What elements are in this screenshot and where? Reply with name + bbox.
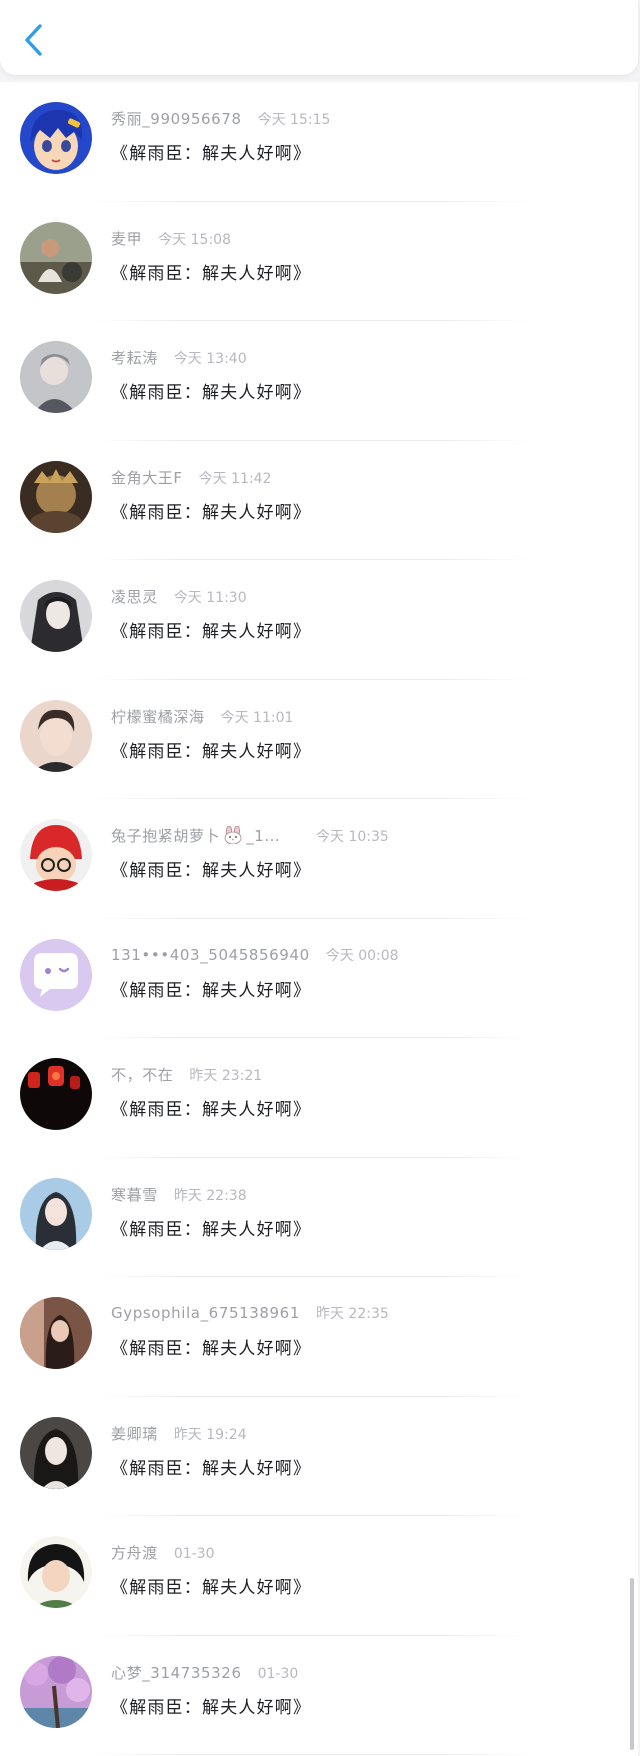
list-item[interactable]: 心梦_314735326 01-30 《解雨臣：解夫人好啊》 <box>0 1636 638 1755</box>
timestamp: 今天 11:42 <box>198 470 272 487</box>
comment-meta: 方舟渡 01-30 <box>111 1542 215 1563</box>
comment-text: 《解雨臣：解夫人好啊》 <box>111 263 312 284</box>
username[interactable]: 金角大王F <box>111 469 183 487</box>
timestamp: 昨天 22:35 <box>315 1306 389 1322</box>
comment-meta: 131•••403_5045856940 今天 00:08 <box>111 945 399 965</box>
avatar[interactable] <box>20 1177 92 1250</box>
avatar[interactable] <box>20 341 92 413</box>
timestamp: 今天 15:15 <box>257 112 331 128</box>
comment-meta: 姜卿璃 昨天 19:24 <box>111 1423 247 1444</box>
list-item[interactable]: 寒暮雪 昨天 22:38 《解雨臣：解夫人好啊》 <box>0 1158 638 1277</box>
comment-meta: 柠檬蜜橘深海 今天 11:01 <box>111 706 293 727</box>
timestamp: 昨天 22:38 <box>173 1187 247 1204</box>
comment-text: 《解雨臣：解夫人好啊》 <box>111 502 312 523</box>
list-item[interactable]: 不，不在 昨天 23:21 《解雨臣：解夫人好啊》 <box>0 1038 638 1158</box>
avatar[interactable] <box>20 1655 92 1728</box>
username[interactable]: 凌思灵 <box>111 588 158 606</box>
comment-text: 《解雨臣：解夫人好啊》 <box>111 1578 312 1598</box>
username-suffix[interactable]: _1… <box>246 827 280 845</box>
timestamp: 今天 15:08 <box>158 231 231 248</box>
username[interactable]: 姜卿璃 <box>111 1425 158 1443</box>
username[interactable]: 不，不在 <box>111 1066 173 1084</box>
list-item[interactable]: 兔子抱紧胡萝卜 _1… 今天 10:35 《解雨臣：解夫人好啊》 <box>0 799 638 919</box>
list-item[interactable]: 凌思灵 今天 11:30 《解雨臣：解夫人好啊》 <box>0 560 638 680</box>
comment-meta: Gypsophila_675138961 昨天 22:35 <box>111 1303 389 1323</box>
top-bar <box>0 0 638 75</box>
avatar[interactable] <box>20 221 92 294</box>
list-item[interactable]: 金角大王F 今天 11:42 《解雨臣：解夫人好啊》 <box>0 441 638 560</box>
username[interactable]: 心梦_314735326 <box>111 1664 242 1682</box>
username[interactable]: 考耘涛 <box>111 349 158 367</box>
list-item[interactable]: 考耘涛 今天 13:40 《解雨臣：解夫人好啊》 <box>0 321 638 441</box>
timestamp: 昨天 19:24 <box>173 1426 247 1443</box>
timestamp: 01-30 <box>257 1665 299 1682</box>
username[interactable]: 方舟渡 <box>111 1544 158 1562</box>
comment-text: 《解雨臣：解夫人好啊》 <box>111 1100 312 1120</box>
comment-meta: 秀丽_990956678 今天 15:15 <box>111 108 330 129</box>
comment-meta: 心梦_314735326 01-30 <box>111 1662 298 1683</box>
username[interactable]: Gypsophila_675138961 <box>111 1304 300 1322</box>
avatar[interactable] <box>20 460 92 533</box>
comment-text: 《解雨臣：解夫人好啊》 <box>111 383 312 403</box>
comment-meta: 考耘涛 今天 13:40 <box>111 347 247 368</box>
avatar[interactable] <box>20 1416 92 1489</box>
username[interactable]: 兔子抱紧胡萝卜 <box>111 827 220 845</box>
list-item[interactable]: 姜卿璃 昨天 19:24 《解雨臣：解夫人好啊》 <box>0 1397 638 1516</box>
timestamp: 01-30 <box>173 1546 215 1562</box>
avatar[interactable] <box>20 699 92 772</box>
chevron-left-icon[interactable] <box>22 23 46 57</box>
list-item[interactable]: 131•••403_5045856940 今天 00:08 《解雨臣：解夫人好啊》 <box>0 919 638 1038</box>
comment-meta: 麦甲 今天 15:08 <box>111 228 231 249</box>
comment-text: 《解雨臣：解夫人好啊》 <box>111 622 312 642</box>
comment-text: 《解雨臣：解夫人好啊》 <box>111 1339 312 1359</box>
username[interactable]: 麦甲 <box>111 230 142 248</box>
username[interactable]: 秀丽_990956678 <box>111 110 242 128</box>
comment-text: 《解雨臣：解夫人好啊》 <box>111 1219 312 1240</box>
comment-meta: 凌思灵 今天 11:30 <box>111 586 247 607</box>
comment-text: 《解雨臣：解夫人好啊》 <box>111 861 312 881</box>
avatar[interactable] <box>20 1297 92 1369</box>
rabbit-emoji-icon <box>224 826 242 844</box>
avatar[interactable] <box>20 819 92 891</box>
username[interactable]: 寒暮雪 <box>111 1186 158 1204</box>
comment-meta: 寒暮雪 昨天 22:38 <box>111 1184 247 1205</box>
list-item[interactable]: 秀丽_990956678 今天 15:15 《解雨臣：解夫人好啊》 <box>0 82 638 202</box>
comment-text: 《解雨臣：解夫人好啊》 <box>111 741 312 762</box>
timestamp: 今天 11:30 <box>173 590 247 606</box>
avatar[interactable] <box>20 580 92 652</box>
comment-text: 《解雨臣：解夫人好啊》 <box>111 1697 312 1718</box>
timestamp: 昨天 23:21 <box>189 1068 263 1084</box>
avatar[interactable] <box>20 102 92 174</box>
username[interactable]: 131•••403_5045856940 <box>111 946 310 964</box>
timestamp: 今天 13:40 <box>173 351 247 367</box>
list-item[interactable]: 麦甲 今天 15:08 《解雨臣：解夫人好啊》 <box>0 202 638 321</box>
comment-meta: 不，不在 昨天 23:21 <box>111 1064 262 1085</box>
timestamp: 今天 10:35 <box>316 829 389 845</box>
scrollbar[interactable] <box>630 1578 634 1750</box>
divider <box>92 1754 532 1755</box>
list-item[interactable]: Gypsophila_675138961 昨天 22:35 《解雨臣：解夫人好啊》 <box>0 1277 638 1397</box>
comment-text: 《解雨臣：解夫人好啊》 <box>111 144 312 164</box>
avatar[interactable] <box>20 1536 92 1608</box>
username[interactable]: 柠檬蜜橘深海 <box>111 708 205 726</box>
comment-text: 《解雨臣：解夫人好啊》 <box>111 980 312 1001</box>
timestamp: 今天 11:01 <box>220 709 294 726</box>
avatar[interactable] <box>20 938 92 1011</box>
comment-meta: 金角大王F 今天 11:42 <box>111 467 271 488</box>
timestamp: 今天 00:08 <box>325 947 399 964</box>
list-item[interactable]: 柠檬蜜橘深海 今天 11:01 《解雨臣：解夫人好啊》 <box>0 680 638 799</box>
avatar[interactable] <box>20 1058 92 1130</box>
comment-meta: 兔子抱紧胡萝卜 _1… 今天 10:35 <box>111 825 389 846</box>
comment-text: 《解雨臣：解夫人好啊》 <box>111 1458 312 1479</box>
list-item[interactable]: 方舟渡 01-30 《解雨臣：解夫人好啊》 <box>0 1516 638 1636</box>
comment-list[interactable]: 秀丽_990956678 今天 15:15 《解雨臣：解夫人好啊》 麦甲 今天 15… <box>0 82 638 1756</box>
